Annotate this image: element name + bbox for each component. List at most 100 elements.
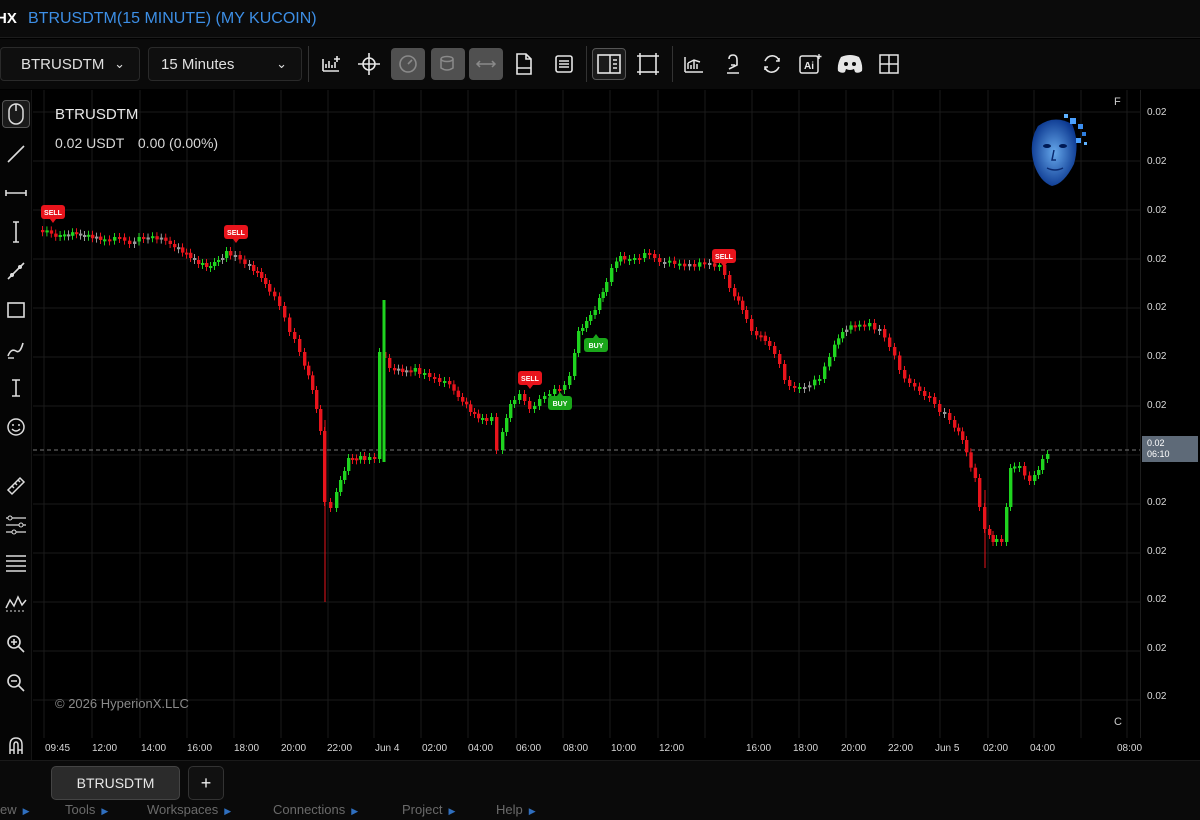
brush-icon[interactable]	[2, 335, 30, 363]
notes-icon[interactable]	[547, 48, 581, 80]
candle-body	[923, 391, 927, 396]
pattern-icon[interactable]	[2, 589, 30, 617]
candle-body	[601, 292, 605, 298]
candle-body	[91, 234, 95, 239]
candle-body	[938, 404, 942, 412]
candle-body	[58, 235, 62, 237]
candle-body	[205, 263, 209, 267]
candle-body	[189, 252, 193, 258]
candle-body	[903, 370, 907, 379]
menu-item-label: Help	[496, 802, 523, 817]
document-icon[interactable]	[507, 48, 541, 80]
menu-item-connections[interactable]: Connections ▶	[273, 802, 358, 817]
candle-body	[653, 254, 657, 258]
symbol-select[interactable]: BTRUSDTM ⌄	[0, 47, 140, 81]
candle-body	[103, 239, 107, 242]
add-indicator-icon[interactable]	[315, 48, 349, 80]
axis-flag-c[interactable]: C	[1114, 716, 1122, 728]
time-axis[interactable]: 09:45 12:00 14:00 16:00 18:00 20:00 22:00 Jun 4…	[33, 738, 1142, 760]
chart-stats-icon[interactable]	[677, 48, 711, 80]
time-axis-label: 18:00	[234, 743, 260, 754]
candle-body	[1028, 475, 1032, 481]
screenshot-icon[interactable]	[631, 48, 665, 80]
candle-body	[878, 329, 882, 331]
menu-item-view[interactable]: ew ▶	[0, 802, 30, 817]
candle-body	[913, 383, 917, 387]
candle-body	[490, 417, 494, 421]
fib-retracement-icon[interactable]	[2, 511, 30, 539]
ai-icon[interactable]: Ai	[794, 48, 828, 80]
candle-body	[443, 381, 447, 383]
price-axis-label: 0.02	[1147, 691, 1167, 702]
price-axis[interactable]: 0.02 0.02 0.02 0.02 0.02 0.02 0.02 0.02 0.02 0.02…	[1140, 90, 1200, 738]
magnet-icon[interactable]	[2, 732, 30, 760]
candle-body	[373, 457, 377, 459]
menu-item-help[interactable]: Help ▶	[496, 802, 536, 817]
candle-body	[164, 237, 168, 241]
rectangle-icon[interactable]	[2, 296, 30, 324]
axis-flag-f[interactable]: F	[1114, 96, 1121, 108]
candle-body	[658, 258, 662, 262]
gann-fan-icon[interactable]	[2, 550, 30, 578]
add-tab-button[interactable]: +	[188, 766, 224, 800]
candle-body	[378, 352, 382, 459]
time-axis-label: 22:00	[888, 743, 914, 754]
candle-body	[248, 264, 252, 266]
grid-layout-icon[interactable]	[872, 48, 906, 80]
menu-item-workspaces[interactable]: Workspaces ▶	[147, 802, 231, 817]
toolbar-divider	[308, 46, 309, 82]
svg-text:Ai: Ai	[804, 61, 814, 72]
candle-body	[388, 358, 392, 368]
menu-item-project[interactable]: Project ▶	[402, 802, 455, 817]
ruler-icon[interactable]	[2, 472, 30, 500]
last-price-marker: 0.02 06:10	[1142, 436, 1198, 462]
time-axis-label: 22:00	[327, 743, 353, 754]
candle-body	[713, 263, 717, 267]
candle-body	[518, 394, 522, 400]
text-tool-icon[interactable]	[2, 374, 30, 402]
zoom-out-icon[interactable]	[2, 669, 30, 697]
candle-body	[598, 298, 602, 310]
database-icon[interactable]	[431, 48, 465, 80]
replay-icon[interactable]	[391, 48, 425, 80]
ray-line-icon[interactable]	[2, 257, 30, 285]
candle-body	[264, 278, 268, 284]
chart-tab[interactable]: BTRUSDTM	[51, 766, 180, 800]
crosshair-icon[interactable]	[352, 48, 386, 80]
candle-body	[833, 344, 837, 357]
emoji-icon[interactable]	[2, 413, 30, 441]
discord-icon[interactable]	[833, 48, 867, 80]
trend-line-icon[interactable]	[2, 140, 30, 168]
price-axis-label: 0.02	[1147, 546, 1167, 557]
cursor-mouse-icon[interactable]	[2, 100, 30, 128]
candle-body	[49, 230, 54, 234]
candle-body	[418, 368, 422, 374]
candle-body	[768, 341, 772, 346]
vertical-line-icon[interactable]	[2, 218, 30, 246]
alert-icon[interactable]	[716, 48, 750, 80]
menu-arrow-icon: ▶	[22, 806, 30, 816]
menu-arrow-icon: ▶	[528, 806, 536, 816]
candle-body	[405, 370, 409, 373]
time-axis-label: 12:00	[92, 743, 118, 754]
refresh-icon[interactable]	[755, 48, 789, 80]
timeframe-select[interactable]: 15 Minutes ⌄	[148, 47, 302, 81]
candle-body	[589, 315, 593, 321]
candle-body	[759, 335, 763, 338]
zoom-in-icon[interactable]	[2, 630, 30, 658]
chart-canvas[interactable]: SELL SELL SELL BUY BUY SELL	[33, 90, 1140, 738]
candle-body	[339, 480, 343, 492]
candlestick-chart[interactable]: SELL SELL SELL BUY BUY SELL	[33, 90, 1140, 738]
candle-body	[818, 379, 822, 381]
candle-body	[1013, 466, 1017, 469]
candle-body	[401, 368, 405, 372]
horizontal-line-icon[interactable]	[2, 179, 30, 207]
candle-body	[683, 263, 687, 267]
menu-item-label: Workspaces	[147, 802, 219, 817]
layout-panel-icon[interactable]	[592, 48, 626, 80]
candle-body	[329, 502, 333, 508]
price-axis-label: 0.02	[1147, 643, 1167, 654]
candle-body	[221, 258, 225, 260]
compare-arrows-icon[interactable]	[469, 48, 503, 80]
menu-item-tools[interactable]: Tools ▶	[65, 802, 108, 817]
